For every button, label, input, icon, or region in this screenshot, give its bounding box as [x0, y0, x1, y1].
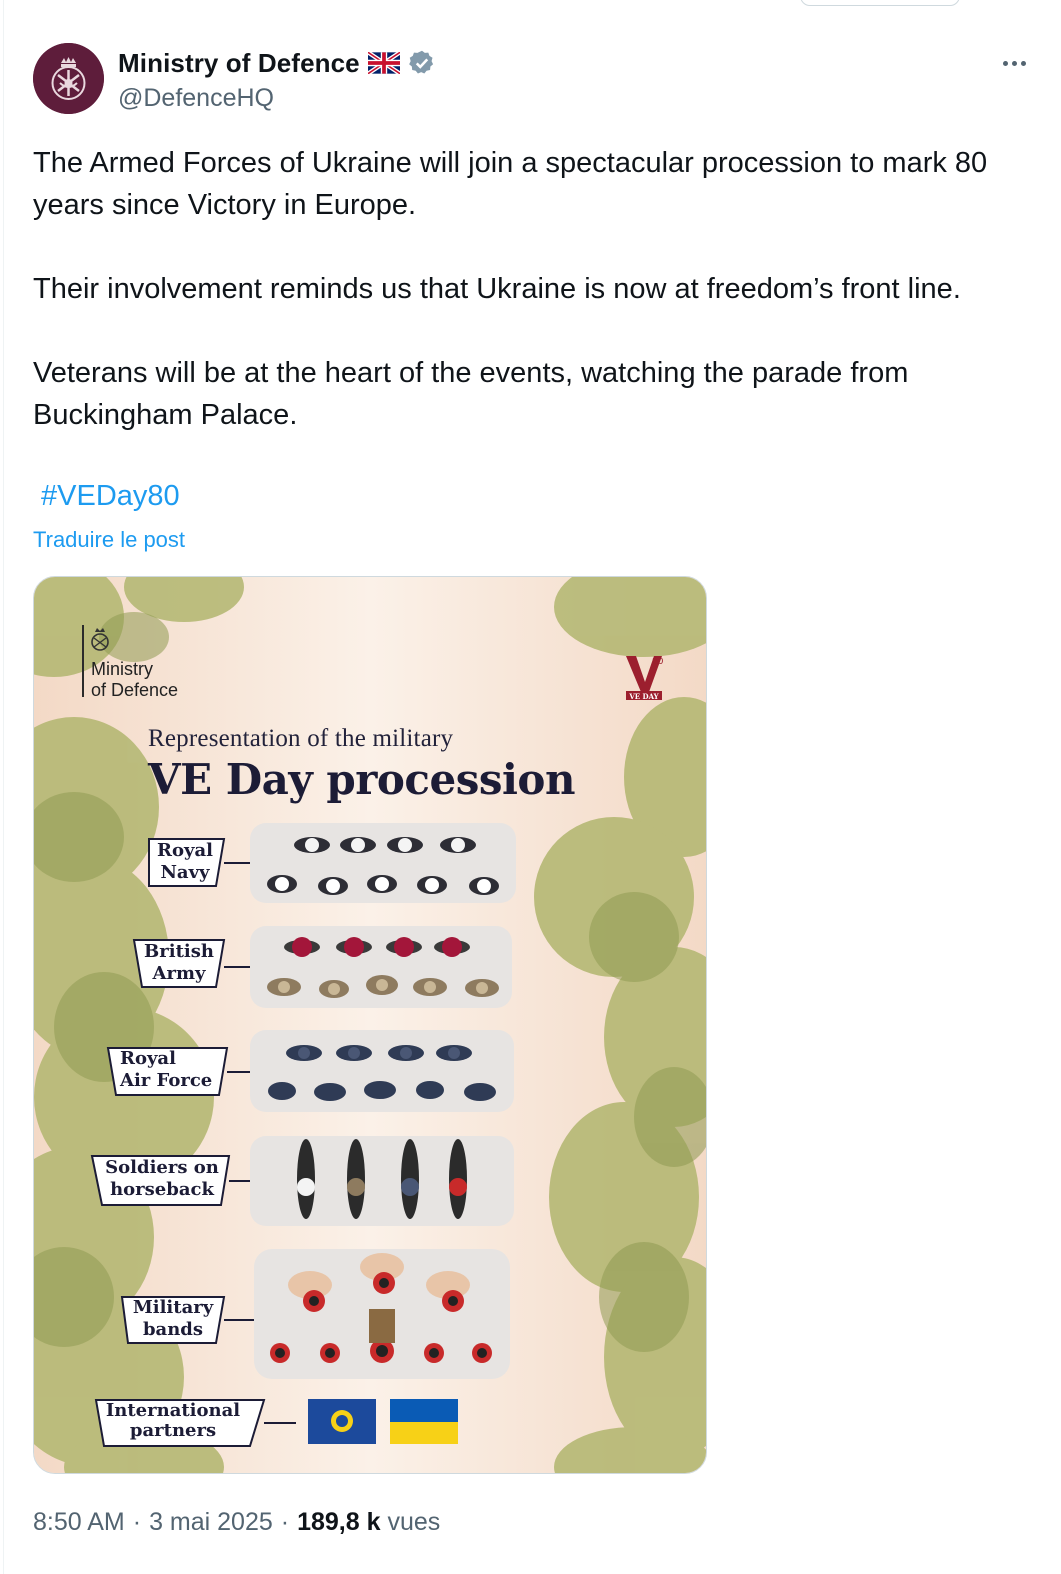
ve-logo-number: 80	[652, 657, 664, 667]
tweet-paragraph: Their involvement reminds us that Ukrain…	[33, 273, 961, 305]
top-partial-button[interactable]	[800, 0, 960, 6]
translate-post-link[interactable]: Traduire le post	[33, 527, 185, 553]
infographic-subtitle: Representation of the military	[148, 725, 454, 752]
mod-logo-crest-icon	[91, 628, 109, 651]
tweet-image[interactable]: Ministry of Defence 80 VE DAY Representa…	[33, 576, 707, 1474]
author-handle[interactable]: @DefenceHQ	[118, 84, 274, 113]
ve-day-80-logo: 80 VE DAY	[622, 652, 668, 702]
meta-separator: ·	[132, 1508, 142, 1536]
tweet-paragraph: Veterans will be at the heart of the eve…	[33, 357, 917, 431]
mod-crest-icon	[33, 43, 104, 114]
tweet-date[interactable]: 3 mai 2025	[149, 1508, 273, 1537]
unit-label-military-bands: Military bands	[132, 1297, 214, 1340]
unit-label-horseback: Soldiers on horseback	[105, 1157, 219, 1200]
timeline-border	[3, 0, 4, 1574]
ukraine-flag-icon	[390, 1399, 458, 1444]
tweet-text: The Armed Forces of Ukraine will join a …	[33, 142, 1043, 436]
more-options-icon[interactable]	[997, 51, 1031, 75]
unit-label-international-partners: International partners	[105, 1400, 241, 1441]
unit-label-royal-navy: Royal Navy	[157, 840, 213, 883]
unit-label-royal-air-force: Royal Air Force	[120, 1048, 213, 1091]
mod-logo: Ministry of Defence	[82, 625, 242, 705]
union-jack-flag-icon	[367, 52, 400, 74]
tweet-meta: 8:50 AM · 3 mai 2025 · 189,8 k vues	[33, 1508, 440, 1537]
author-display-name[interactable]: Ministry of Defence	[118, 48, 360, 79]
meta-separator: ·	[280, 1508, 290, 1536]
tweet-header: Ministry of Defence @DefenceHQ	[33, 43, 1033, 115]
mod-logo-line1: Ministry	[91, 659, 153, 679]
tweet-time[interactable]: 8:50 AM	[33, 1508, 125, 1537]
mod-logo-line2: of Defence	[91, 680, 179, 700]
hashtag-link[interactable]: #VEDay80	[41, 480, 180, 513]
commonwealth-flag-icon	[308, 1399, 376, 1444]
avatar[interactable]	[33, 43, 104, 114]
tweet-paragraph: The Armed Forces of Ukraine will join a …	[33, 147, 996, 221]
views-label: vues	[387, 1508, 441, 1536]
views-count[interactable]: 189,8 k	[297, 1508, 380, 1536]
infographic-title: VE Day procession	[148, 755, 575, 804]
verified-badge-icon[interactable]	[408, 49, 436, 77]
unit-label-british-army: British Army	[144, 941, 214, 984]
ve-logo-text: VE DAY	[628, 692, 659, 701]
